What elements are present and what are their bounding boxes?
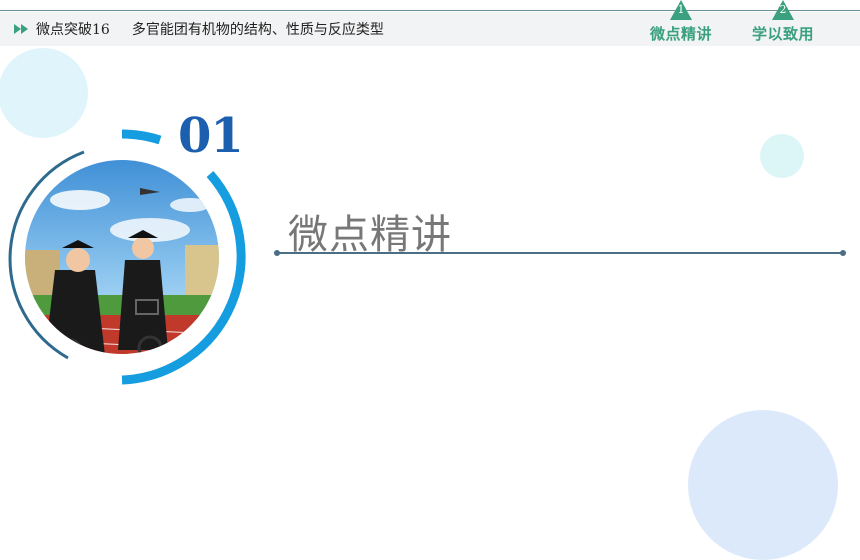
breadcrumb-code: 微点突破16 <box>36 22 110 38</box>
tab-label: 微点精讲 <box>649 25 712 43</box>
tab-label: 学以致用 <box>751 25 814 43</box>
breadcrumb-title: 多官能团有机物的结构、性质与反应类型 <box>131 22 384 38</box>
tab-weidian-jingjiang[interactable]: 1 微点精讲 <box>636 0 726 46</box>
breadcrumb: 微点突破16 多官能团有机物的结构、性质与反应类型 <box>14 18 384 40</box>
tab-number-badge: 1 <box>670 0 692 20</box>
title-underline <box>278 252 844 254</box>
tab-xueyi-zhiyong[interactable]: 2 学以致用 <box>738 0 828 46</box>
ring-arc-blue <box>121 129 162 145</box>
underline-right-dot <box>840 250 846 256</box>
tab-number: 2 <box>779 3 787 16</box>
tab-number-badge: 2 <box>772 0 794 20</box>
section-number: 01 <box>178 108 244 164</box>
decorative-circle <box>688 410 838 560</box>
header-top-line <box>0 10 860 11</box>
decorative-circle <box>760 134 804 178</box>
double-arrow-icon <box>14 24 28 34</box>
underline-left-dot <box>274 250 280 256</box>
tab-number: 1 <box>677 3 685 16</box>
